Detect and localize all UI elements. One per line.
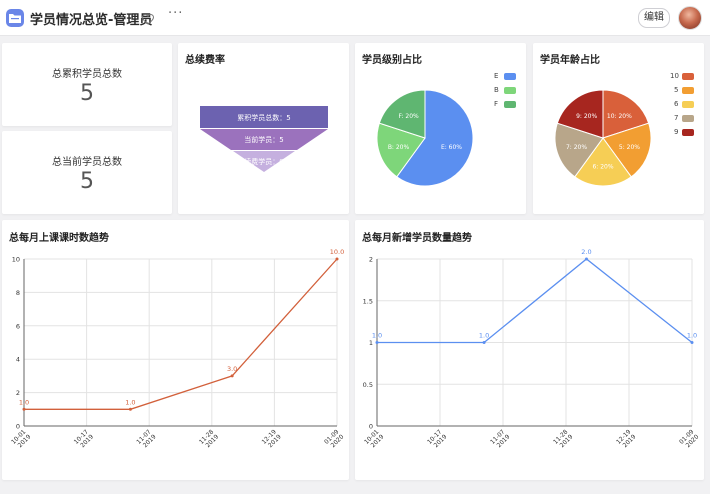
more-options-icon[interactable]: ···	[168, 6, 183, 21]
pie-slice-label: 10: 20%	[607, 113, 632, 120]
pie-slice-label: 6: 20%	[592, 163, 613, 170]
data-label: 3.0	[227, 365, 237, 373]
new-students-trend-card: 总每月新增学员数量趋势 0 0.5 1 1.5 2 10-01 2019 10-17 2019 1…	[355, 220, 704, 480]
legend-label: B	[494, 86, 499, 94]
app-folder-icon	[6, 9, 24, 27]
legend-swatch	[682, 87, 694, 94]
y-tick-label: 4	[16, 356, 20, 364]
funnel-chart: 累积学员总数：5 当前学员：5 续费学员：0	[200, 106, 328, 172]
x-tick-label: 10-172019	[426, 428, 448, 449]
class-hours-trend-card: 总每月上课课时数趋势 0 2 4 6 8 10 10-01 2019 10-17 2019 11-0…	[2, 220, 349, 480]
y-tick-label: 0	[16, 423, 20, 431]
new-students-line-chart: 0 0.5 1 1.5 2 10-012019 10-172019 11-072019 11-2…	[363, 248, 701, 449]
age-ratio-card: 学员年龄占比 10: 20% 5: 20% 6: 20% 7: 20% 9: 20% 1…	[533, 43, 704, 214]
legend-label: 6	[674, 100, 679, 108]
x-tick-label: 11-072019	[489, 428, 511, 449]
legend-swatch	[504, 87, 516, 94]
class-hours-line-chart: 0 2 4 6 8 10 10-012019 10-172019 11-072019 11-282…	[10, 248, 345, 449]
y-tick-label: 1	[369, 339, 373, 347]
legend-label: F	[494, 100, 499, 108]
data-point[interactable]	[230, 374, 234, 378]
legend-swatch	[682, 101, 694, 108]
legend-swatch	[682, 73, 694, 80]
stat-value: 5	[80, 169, 94, 194]
pie-slice-label: 7: 20%	[566, 144, 587, 151]
data-label: 1.0	[125, 398, 135, 406]
series-line	[24, 258, 338, 410]
data-point[interactable]	[375, 341, 379, 344]
x-tick-label: 11-072019	[135, 428, 157, 449]
y-tick-label: 2	[16, 389, 20, 397]
data-label: 1.0	[687, 332, 697, 340]
top-bar: 学员情况总览-管理员 ··· 编辑	[0, 0, 710, 36]
y-tick-label: 8	[16, 289, 20, 297]
x-tick-label: 12-192019	[261, 428, 283, 449]
x-tick-label: 11-282019	[552, 428, 574, 449]
x-tick-label: 01-092020	[323, 428, 345, 449]
level-pie-chart: E: 60% B: 20% F: 20%	[376, 89, 474, 187]
data-point[interactable]	[584, 257, 588, 261]
y-tick-label: 0.5	[363, 381, 373, 389]
pie-slice-label: 9: 20%	[576, 113, 597, 120]
pie-slice-label: E: 60%	[441, 144, 462, 151]
y-tick-label: 0	[369, 423, 373, 431]
data-point[interactable]	[22, 407, 26, 411]
legend-label: 5	[674, 86, 679, 94]
y-tick-label: 2	[369, 256, 373, 264]
data-label: 2.0	[581, 248, 591, 256]
edit-button[interactable]: 编辑	[638, 8, 670, 28]
x-tick-label: 10-012019	[363, 428, 385, 449]
pie-slice-label: 5: 20%	[619, 144, 640, 151]
x-tick-label: 12-192019	[615, 428, 637, 449]
pie-slice-label: B: 20%	[388, 144, 410, 151]
legend-swatch	[504, 101, 516, 108]
legend-label: 9	[674, 128, 679, 136]
page-title: 学员情况总览-管理员	[30, 13, 153, 28]
data-label: 1.0	[479, 332, 489, 340]
data-point[interactable]	[335, 257, 339, 261]
y-tick-label: 6	[16, 322, 20, 330]
y-tick-label: 10	[12, 256, 20, 264]
stat-label: 总当前学员总数	[52, 157, 122, 168]
legend-swatch	[504, 73, 516, 80]
x-tick-label: 10-172019	[73, 428, 95, 449]
funnel-label: 累积学员总数：5	[237, 113, 290, 122]
funnel-label: 续费学员：0	[244, 157, 283, 166]
data-point[interactable]	[482, 341, 486, 344]
user-avatar[interactable]	[678, 6, 702, 30]
data-point[interactable]	[128, 407, 132, 411]
legend-label: 7	[674, 114, 679, 122]
funnel-label: 当前学员：5	[244, 135, 283, 144]
favorite-heart-icon[interactable]	[141, 10, 156, 25]
stat-label: 总累积学员总数	[52, 69, 122, 80]
x-tick-label: 01-092020	[678, 428, 700, 449]
data-label: 10.0	[330, 248, 344, 256]
legend-swatch	[682, 129, 694, 136]
stat-card-current: 总当前学员总数 5	[2, 131, 172, 214]
data-label: 1.0	[19, 398, 29, 406]
legend-swatch	[682, 115, 694, 122]
renewal-rate-card: 总续费率 累积学员总数：5 当前学员：5 续费学员：0	[178, 43, 349, 214]
stat-value: 5	[80, 81, 94, 106]
level-ratio-card: 学员级别占比 E: 60% B: 20% F: 20% E B F	[355, 43, 526, 214]
data-label: 1.0	[372, 332, 382, 340]
pie-slice-label: F: 20%	[399, 113, 420, 120]
legend-label: E	[494, 72, 499, 80]
y-tick-label: 1.5	[363, 297, 373, 305]
legend-label: 10	[670, 72, 679, 80]
x-tick-label: 10-012019	[10, 428, 32, 449]
x-tick-label: 11-282019	[198, 428, 220, 449]
stat-card-total: 总累积学员总数 5	[2, 43, 172, 126]
data-point[interactable]	[690, 341, 694, 344]
